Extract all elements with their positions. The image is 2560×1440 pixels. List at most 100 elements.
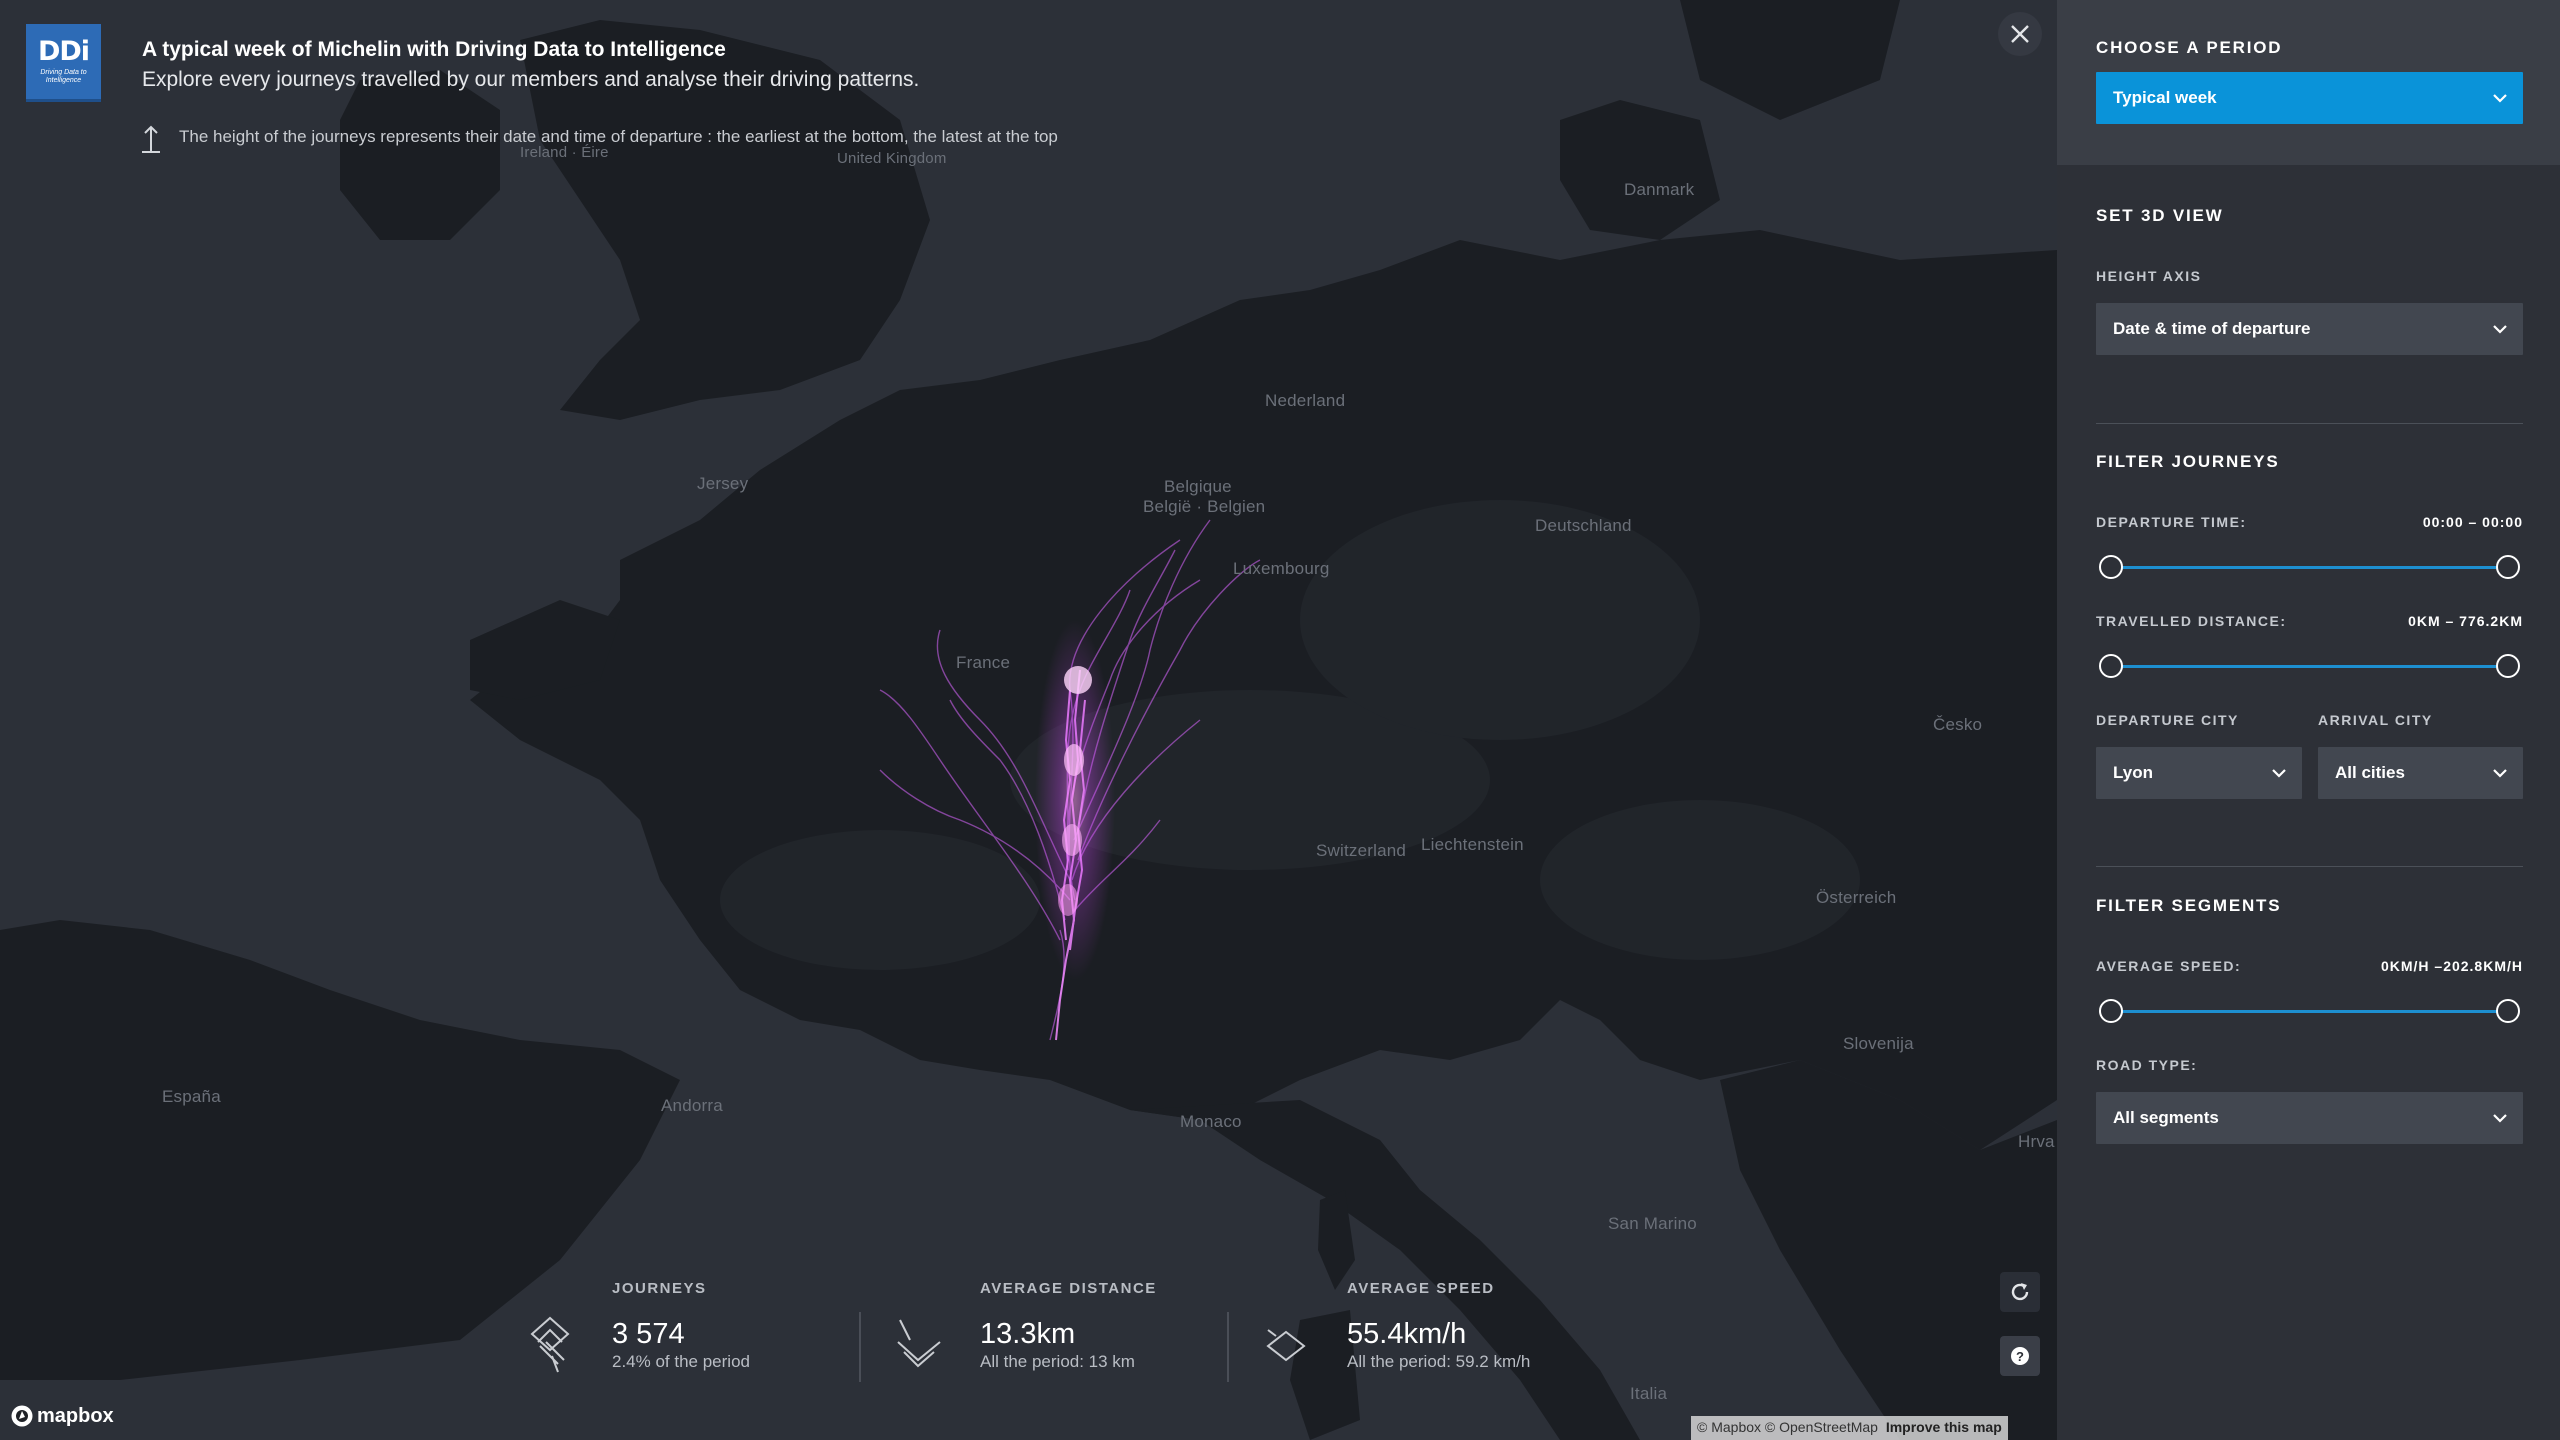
departure-city-label: DEPARTURE CITY xyxy=(2096,712,2239,728)
place-label: Monaco xyxy=(1180,1112,1242,1131)
height-axis-select[interactable]: Date & time of departure xyxy=(2096,303,2523,355)
slider-track xyxy=(2108,1010,2511,1013)
mapbox-logo[interactable]: mapbox xyxy=(10,1404,114,1428)
improve-map-link[interactable]: Improve this map xyxy=(1886,1419,2002,1435)
journeys-icon xyxy=(530,1316,570,1373)
departure-city-value: Lyon xyxy=(2113,763,2153,782)
slider-max-handle[interactable] xyxy=(2496,654,2520,678)
height-axis-label: HEIGHT AXIS xyxy=(2096,268,2202,284)
chevron-down-icon xyxy=(2493,1114,2507,1123)
stat-value: 55.4km/h xyxy=(1347,1318,1467,1350)
chevron-down-icon xyxy=(2493,325,2507,334)
app-root: Ireland · Éire United Kingdom Danmark Ne… xyxy=(0,0,2560,1440)
departure-city-select[interactable]: Lyon xyxy=(2096,747,2302,799)
speed-icon xyxy=(1266,1329,1306,1362)
stat-sub: All the period: 59.2 km/h xyxy=(1347,1352,1531,1371)
chevron-down-icon xyxy=(2272,769,2286,778)
place-label: Hrva xyxy=(2018,1132,2055,1151)
divider xyxy=(1227,1312,1229,1382)
slider-track xyxy=(2108,665,2511,668)
page-title: A typical week of Michelin with Driving … xyxy=(142,38,726,61)
departure-time-slider[interactable] xyxy=(2096,554,2523,580)
mapbox-label: mapbox xyxy=(37,1404,114,1427)
place-label: Liechtenstein xyxy=(1421,835,1524,854)
place-label: Switzerland xyxy=(1316,841,1407,860)
logo-mark: DDi xyxy=(37,36,90,67)
departure-time-range: 00:00 – 00:00 xyxy=(2422,514,2523,530)
svg-text:?: ? xyxy=(2016,1349,2024,1364)
stat-sub: All the period: 13 km xyxy=(980,1352,1135,1371)
stat-label: JOURNEYS xyxy=(612,1280,707,1297)
place-label: Andorra xyxy=(661,1096,723,1115)
place-label: Luxembourg xyxy=(1233,559,1330,578)
stat-sub: 2.4% of the period xyxy=(612,1352,750,1371)
ddi-logo: DDi Driving Data to Intelligence xyxy=(26,24,101,102)
height-hint: The height of the journeys represents th… xyxy=(179,127,1058,146)
place-label: Österreich xyxy=(1816,888,1897,907)
speed-slider[interactable] xyxy=(2096,998,2523,1024)
road-type-value: All segments xyxy=(2113,1108,2219,1127)
arrival-city-select[interactable]: All cities xyxy=(2318,747,2523,799)
place-label: France xyxy=(956,653,1011,672)
stat-label: AVERAGE SPEED xyxy=(1347,1280,1495,1297)
place-label: Deutschland xyxy=(1535,516,1632,535)
logo-tagline: Driving Data to Intelligence xyxy=(40,69,87,84)
reset-view-button[interactable] xyxy=(2000,1272,2040,1312)
slider-min-handle[interactable] xyxy=(2099,999,2123,1023)
stat-label: AVERAGE DISTANCE xyxy=(980,1280,1157,1297)
filter-journeys-heading: FILTER JOURNEYS xyxy=(2096,452,2280,471)
stat-value: 13.3km xyxy=(980,1318,1076,1350)
place-label: United Kingdom xyxy=(837,150,947,167)
chevron-down-icon xyxy=(2493,769,2507,778)
help-button[interactable]: ? xyxy=(2000,1336,2040,1376)
map-attribution: © Mapbox © OpenStreetMap Improve this ma… xyxy=(1691,1416,2008,1440)
distance-range: 0KM – 776.2KM xyxy=(2408,613,2523,629)
departure-time-label: DEPARTURE TIME: xyxy=(2096,514,2247,530)
place-label: Italia xyxy=(1630,1384,1668,1403)
chevron-down-icon xyxy=(2493,94,2507,103)
slider-track xyxy=(2108,566,2511,569)
mapbox-icon xyxy=(11,1405,33,1427)
close-icon xyxy=(2011,25,2029,43)
place-label: Česko xyxy=(1933,715,1983,734)
arrow-up-icon xyxy=(142,125,160,153)
slider-max-handle[interactable] xyxy=(2496,555,2520,579)
speed-label: AVERAGE SPEED: xyxy=(2096,958,2242,974)
place-label: Jersey xyxy=(697,474,749,493)
speed-range: 0KM/H –202.8KM/H xyxy=(2380,958,2523,974)
place-label: Slovenija xyxy=(1843,1034,1914,1053)
question-icon: ? xyxy=(2011,1347,2029,1365)
close-button[interactable] xyxy=(1998,12,2042,56)
place-label: Nederland xyxy=(1265,391,1346,410)
filter-segments-heading: FILTER SEGMENTS xyxy=(2096,896,2282,915)
side-panel: CHOOSE A PERIOD Typical week SET 3D VIEW… xyxy=(2057,0,2560,1440)
distance-icon xyxy=(897,1319,941,1368)
place-label: Belgique xyxy=(1164,477,1232,496)
divider xyxy=(2096,423,2523,424)
distance-slider[interactable] xyxy=(2096,653,2523,679)
height-axis-value: Date & time of departure xyxy=(2113,319,2311,338)
attribution-text: © Mapbox © OpenStreetMap xyxy=(1697,1419,1878,1435)
place-label: België · Belgien xyxy=(1143,497,1266,516)
slider-max-handle[interactable] xyxy=(2496,999,2520,1023)
place-label: San Marino xyxy=(1608,1214,1697,1233)
arrival-city-label: ARRIVAL CITY xyxy=(2318,712,2433,728)
slider-min-handle[interactable] xyxy=(2099,555,2123,579)
distance-label: TRAVELLED DISTANCE: xyxy=(2096,613,2287,629)
period-heading: CHOOSE A PERIOD xyxy=(2096,38,2283,57)
refresh-icon xyxy=(2011,1283,2029,1301)
road-type-label: ROAD TYPE: xyxy=(2096,1057,2198,1073)
stat-value: 3 574 xyxy=(612,1318,685,1350)
divider xyxy=(859,1312,861,1382)
place-label: Danmark xyxy=(1624,180,1695,199)
period-select[interactable]: Typical week xyxy=(2096,72,2523,124)
page-subtitle: Explore every journeys travelled by our … xyxy=(142,68,920,91)
map-canvas[interactable]: Ireland · Éire United Kingdom Danmark Ne… xyxy=(0,0,2057,1440)
place-label: España xyxy=(162,1087,221,1106)
arrival-city-value: All cities xyxy=(2335,763,2405,782)
divider xyxy=(2096,866,2523,867)
period-value: Typical week xyxy=(2113,88,2217,107)
map-basemap xyxy=(0,0,2057,1440)
slider-min-handle[interactable] xyxy=(2099,654,2123,678)
road-type-select[interactable]: All segments xyxy=(2096,1092,2523,1144)
